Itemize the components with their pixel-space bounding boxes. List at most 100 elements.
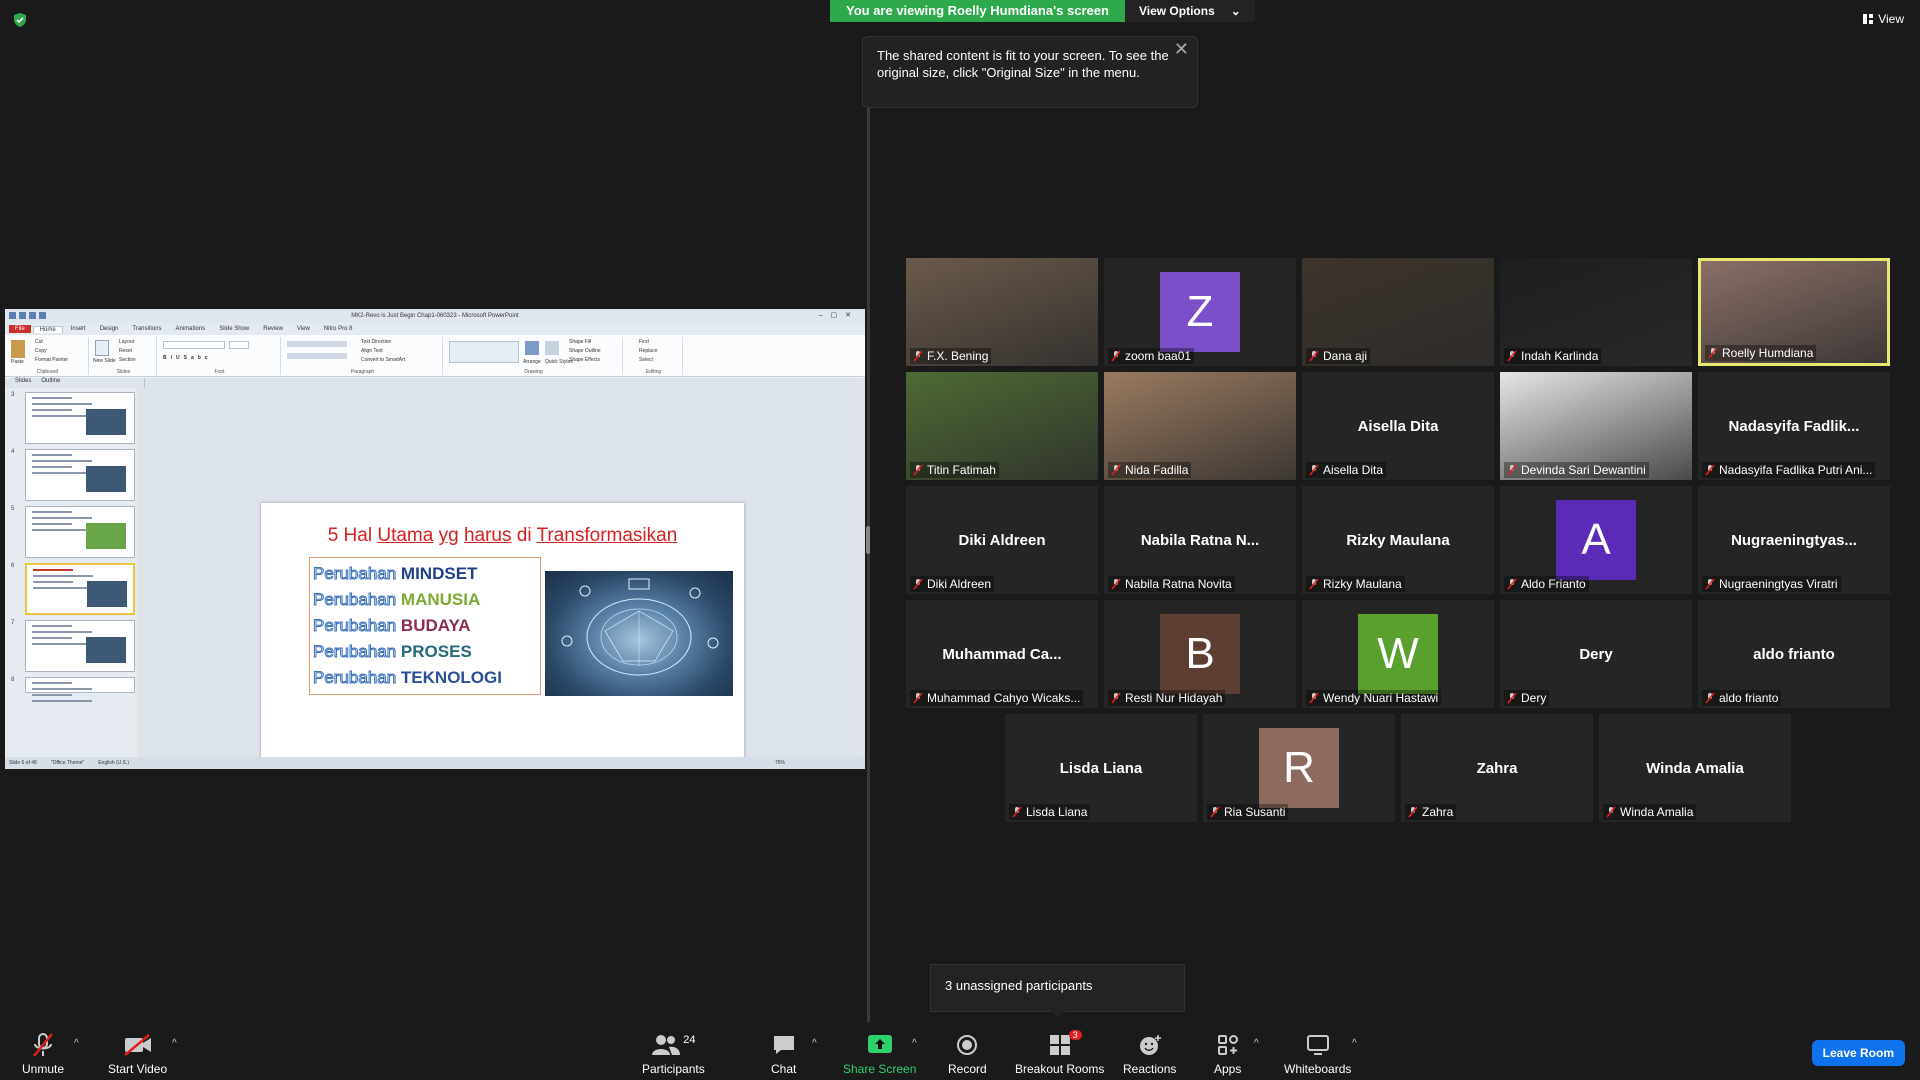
thumb-number: 7: [11, 620, 15, 626]
chat-button[interactable]: Chat: [771, 1032, 796, 1076]
share-screen-button[interactable]: Share Screen: [843, 1032, 916, 1076]
participant-tile[interactable]: Titin Fatimah: [906, 372, 1098, 480]
whiteboards-button[interactable]: Whiteboards: [1284, 1032, 1351, 1076]
quick-styles-icon: [545, 341, 559, 355]
slide-thumbnail[interactable]: [25, 449, 135, 501]
ribbon-group-clipboard: Paste Cut Copy Format Painter Clipboard: [7, 337, 89, 375]
slide-thumbnail[interactable]: [25, 677, 135, 702]
start-video-button[interactable]: Start Video: [108, 1032, 167, 1076]
participant-name-label: Winda Amalia: [1603, 804, 1697, 820]
chat-options-caret[interactable]: ^: [812, 1038, 817, 1049]
view-menu-button[interactable]: View: [1863, 12, 1904, 26]
slide-title-part: Transformasikan: [536, 525, 678, 546]
participant-tile[interactable]: Devinda Sari Dewantini: [1500, 372, 1692, 480]
participant-display-name: Lisda Liana: [1059, 760, 1143, 777]
ppt-tab-transitions[interactable]: Transitions: [126, 326, 167, 332]
participant-tile[interactable]: Nadasyifa Fadlik... Nadasyifa Fadlika Put…: [1698, 372, 1890, 480]
reactions-button[interactable]: Reactions: [1123, 1032, 1176, 1076]
split-divider[interactable]: [867, 108, 870, 1028]
ppt-tab-design[interactable]: Design: [94, 326, 125, 332]
ppt-tab-review[interactable]: Review: [257, 326, 289, 332]
new-slide-icon: [95, 340, 109, 356]
whiteboards-options-caret[interactable]: ^: [1352, 1038, 1357, 1049]
participants-button[interactable]: 24 Participants: [642, 1032, 705, 1076]
participant-tile[interactable]: aldo frianto aldo frianto: [1698, 600, 1890, 708]
slide-thumbnail[interactable]: [25, 563, 135, 615]
participant-display-name: Diki Aldreen: [958, 532, 1046, 549]
row-keyword: PROSES: [400, 642, 472, 661]
participant-tile[interactable]: Zahra Zahra: [1401, 714, 1593, 822]
video-options-caret[interactable]: ^: [172, 1038, 177, 1049]
zoom-level-status[interactable]: 75%: [775, 760, 785, 766]
audio-options-caret[interactable]: ^: [74, 1038, 79, 1049]
share-options-caret[interactable]: ^: [912, 1038, 917, 1049]
slide-thumbnail[interactable]: [25, 392, 135, 444]
participant-tile[interactable]: Nabila Ratna N... Nabila Ratna Novita: [1104, 486, 1296, 594]
slide-thumbnail[interactable]: [25, 620, 135, 672]
participant-tile[interactable]: Dery Dery: [1500, 600, 1692, 708]
thumb-number: 6: [11, 563, 15, 569]
row-prefix: Perubahan: [312, 590, 397, 610]
ppt-tab-view[interactable]: View: [291, 326, 316, 332]
participant-tile[interactable]: Indah Karlinda: [1500, 258, 1692, 366]
participant-tile[interactable]: Muhammad Ca... Muhammad Cahyo Wicaks...: [906, 600, 1098, 708]
grid-view-icon: [1863, 14, 1874, 24]
leave-room-button[interactable]: Leave Room: [1811, 1040, 1905, 1066]
ppt-tab-animations[interactable]: Animations: [170, 326, 212, 332]
participant-tile[interactable]: Aisella Dita Aisella Dita: [1302, 372, 1494, 480]
participant-tile[interactable]: R Ria Susanti: [1203, 714, 1395, 822]
participant-avatar: B: [1160, 614, 1240, 694]
cut-label: Cut: [35, 339, 43, 345]
participant-tile[interactable]: F.X. Bening: [906, 258, 1098, 366]
ppt-tab-home[interactable]: Home: [32, 325, 63, 333]
participant-tile[interactable]: Lisda Liana Lisda Liana: [1005, 714, 1197, 822]
ppt-tab-nitro-pro-8[interactable]: Nitro Pro 8: [318, 326, 359, 332]
list-icons: [287, 341, 347, 347]
tab-slides[interactable]: Slides: [15, 378, 31, 388]
ppt-titlebar: MK2-Revo is Just Begin Chap1-060323 - Mi…: [5, 309, 865, 323]
apps-options-caret[interactable]: ^: [1254, 1038, 1259, 1049]
participant-tile[interactable]: B Resti Nur Hidayah: [1104, 600, 1296, 708]
participant-display-name: Muhammad Ca...: [942, 646, 1062, 663]
participant-tile[interactable]: Rizky Maulana Rizky Maulana: [1302, 486, 1494, 594]
participant-tile[interactable]: Winda Amalia Winda Amalia: [1599, 714, 1791, 822]
ppt-tab-insert[interactable]: Insert: [65, 326, 92, 332]
participant-tile[interactable]: Roelly Humdiana: [1698, 258, 1890, 366]
participant-tile[interactable]: W Wendy Nuari Hastawi: [1302, 600, 1494, 708]
participant-name: Dery: [1521, 691, 1547, 705]
video-off-icon: [123, 1034, 151, 1056]
participant-tile[interactable]: Diki Aldreen Diki Aldreen: [906, 486, 1098, 594]
apps-button[interactable]: Apps: [1214, 1032, 1241, 1076]
participant-tile[interactable]: Zzoom baa01: [1104, 258, 1296, 366]
view-options-button[interactable]: View Options ⌄: [1124, 0, 1255, 22]
participant-name-label: Wendy Nuari Hastawi: [1306, 690, 1442, 706]
mic-muted-icon: [913, 692, 923, 704]
unmute-button[interactable]: Unmute: [22, 1032, 64, 1076]
divider-handle[interactable]: [866, 526, 870, 554]
tab-outline[interactable]: Outline: [41, 378, 60, 388]
participants-label: Participants: [642, 1062, 705, 1076]
security-shield-icon[interactable]: [12, 12, 28, 28]
participant-avatar: R: [1259, 728, 1339, 808]
reset-label: Reset: [119, 348, 133, 354]
breakout-rooms-button[interactable]: 3 Breakout Rooms: [1015, 1030, 1104, 1076]
ppt-tab-file[interactable]: File: [9, 325, 31, 333]
participant-tile[interactable]: Dana aji: [1302, 258, 1494, 366]
record-button[interactable]: Record: [948, 1032, 987, 1076]
thumbnails-scrollbar[interactable]: [137, 388, 145, 757]
ppt-tab-slide-show[interactable]: Slide Show: [213, 326, 255, 332]
group-label: Editing: [645, 369, 662, 375]
thumb-text-line: [32, 637, 72, 639]
apps-icon: [1217, 1035, 1238, 1055]
slide-thumbnail[interactable]: [25, 506, 135, 558]
thumbnail-tabs: Slides Outline: [5, 378, 144, 388]
row-keyword: TEKNOLOGI: [400, 668, 502, 687]
copy-label: Copy: [35, 348, 47, 354]
unassigned-participants-popup[interactable]: 3 unassigned participants: [930, 964, 1185, 1018]
participant-tile[interactable]: Nida Fadilla: [1104, 372, 1296, 480]
slide-scrollbar[interactable]: [855, 378, 863, 757]
participant-tile[interactable]: Nugraeningtyas... Nugraeningtyas Viratri: [1698, 486, 1890, 594]
participant-tile[interactable]: A Aldo Frianto: [1500, 486, 1692, 594]
window-controls-icon: –▢✕: [818, 312, 859, 319]
close-icon[interactable]: ✕: [1174, 40, 1189, 58]
